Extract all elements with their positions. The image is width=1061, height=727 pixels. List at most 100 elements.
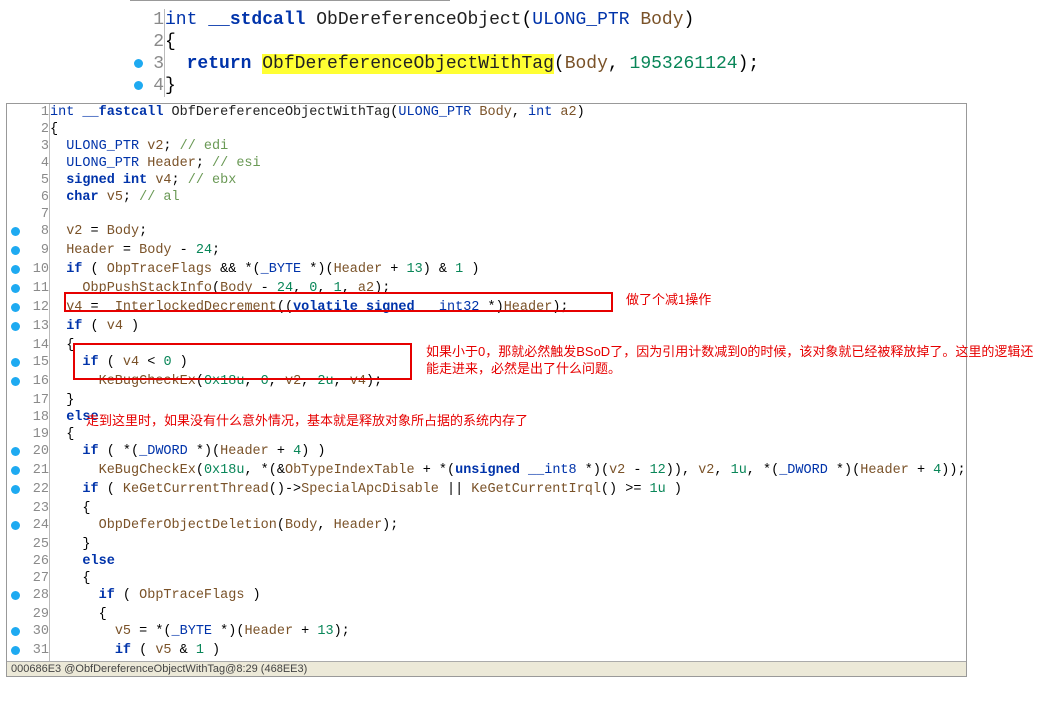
- code-line[interactable]: 15 if ( v4 < 0 ): [7, 354, 966, 373]
- code-cell[interactable]: Header = Body - 24;: [50, 242, 966, 261]
- code-line[interactable]: 19 {: [7, 426, 966, 443]
- code-line[interactable]: 31 if ( v5 & 1 ): [7, 642, 966, 661]
- code-cell[interactable]: if ( v4 ): [50, 318, 966, 337]
- code-line[interactable]: 2{: [7, 121, 966, 138]
- breakpoint-gutter[interactable]: [7, 481, 23, 500]
- code-cell[interactable]: ObpPushStackInfo(Body - 24, 0, 1, a2);: [50, 280, 966, 299]
- breakpoint-gutter[interactable]: [7, 623, 23, 642]
- breakpoint-gutter[interactable]: [7, 155, 23, 172]
- breakpoint-gutter[interactable]: [7, 261, 23, 280]
- code-cell[interactable]: [50, 206, 966, 223]
- code-cell[interactable]: if ( ObpTraceFlags ): [50, 587, 966, 606]
- code-line[interactable]: 25 }: [7, 536, 966, 553]
- code-cell[interactable]: {: [50, 570, 966, 587]
- breakpoint-gutter[interactable]: [7, 392, 23, 409]
- code-cell[interactable]: KeBugCheckEx(0x18u, 0, v2, 2u, v4);: [50, 373, 966, 392]
- breakpoint-gutter[interactable]: [130, 9, 146, 31]
- code-cell[interactable]: ULONG_PTR Header; // esi: [50, 155, 966, 172]
- breakpoint-gutter[interactable]: [7, 500, 23, 517]
- breakpoint-gutter[interactable]: [130, 31, 146, 53]
- breakpoint-gutter[interactable]: [7, 373, 23, 392]
- code-line[interactable]: 23 {: [7, 500, 966, 517]
- code-cell[interactable]: {: [50, 337, 966, 354]
- code-line[interactable]: 10 if ( ObpTraceFlags && *(_BYTE *)(Head…: [7, 261, 966, 280]
- code-cell[interactable]: v2 = Body;: [50, 223, 966, 242]
- code-cell[interactable]: {: [50, 121, 966, 138]
- code-cell[interactable]: }: [165, 75, 760, 97]
- code-line[interactable]: 9 Header = Body - 24;: [7, 242, 966, 261]
- code-line[interactable]: 11 ObpPushStackInfo(Body - 24, 0, 1, a2)…: [7, 280, 966, 299]
- code-line[interactable]: 4 ULONG_PTR Header; // esi: [7, 155, 966, 172]
- code-cell[interactable]: ObpDeferObjectDeletion(Body, Header);: [50, 517, 966, 536]
- code-line[interactable]: 26 else: [7, 553, 966, 570]
- breakpoint-gutter[interactable]: [130, 53, 146, 75]
- code-cell[interactable]: {: [50, 606, 966, 623]
- code-line[interactable]: 27 {: [7, 570, 966, 587]
- code-line[interactable]: 3 return ObfDereferenceObjectWithTag(Bod…: [130, 53, 759, 75]
- code-cell[interactable]: else: [50, 553, 966, 570]
- breakpoint-gutter[interactable]: [7, 462, 23, 481]
- code-line[interactable]: 2{: [130, 31, 759, 53]
- code-line[interactable]: 1int __fastcall ObfDereferenceObjectWith…: [7, 104, 966, 121]
- breakpoint-gutter[interactable]: [7, 121, 23, 138]
- code-cell[interactable]: int __fastcall ObfDereferenceObjectWithT…: [50, 104, 966, 121]
- code-line[interactable]: 7: [7, 206, 966, 223]
- breakpoint-gutter[interactable]: [7, 553, 23, 570]
- breakpoint-gutter[interactable]: [7, 536, 23, 553]
- breakpoint-gutter[interactable]: [7, 299, 23, 318]
- code-line[interactable]: 16 KeBugCheckEx(0x18u, 0, v2, 2u, v4);: [7, 373, 966, 392]
- code-line[interactable]: 8 v2 = Body;: [7, 223, 966, 242]
- code-cell[interactable]: return ObfDereferenceObjectWithTag(Body,…: [165, 53, 760, 75]
- code-line[interactable]: 3 ULONG_PTR v2; // edi: [7, 138, 966, 155]
- breakpoint-gutter[interactable]: [7, 242, 23, 261]
- code-line[interactable]: 22 if ( KeGetCurrentThread()->SpecialApc…: [7, 481, 966, 500]
- code-cell[interactable]: if ( v4 < 0 ): [50, 354, 966, 373]
- code-line[interactable]: 28 if ( ObpTraceFlags ): [7, 587, 966, 606]
- breakpoint-gutter[interactable]: [7, 426, 23, 443]
- code-line[interactable]: 5 signed int v4; // ebx: [7, 172, 966, 189]
- code-cell[interactable]: else: [50, 409, 966, 426]
- breakpoint-gutter[interactable]: [7, 587, 23, 606]
- code-line[interactable]: 1int __stdcall ObDereferenceObject(ULONG…: [130, 9, 759, 31]
- code-cell[interactable]: if ( KeGetCurrentThread()->SpecialApcDis…: [50, 481, 966, 500]
- code-line[interactable]: 13 if ( v4 ): [7, 318, 966, 337]
- breakpoint-gutter[interactable]: [7, 206, 23, 223]
- breakpoint-gutter[interactable]: [7, 318, 23, 337]
- code-cell[interactable]: {: [50, 500, 966, 517]
- breakpoint-gutter[interactable]: [7, 280, 23, 299]
- breakpoint-gutter[interactable]: [7, 606, 23, 623]
- code-cell[interactable]: char v5; // al: [50, 189, 966, 206]
- breakpoint-gutter[interactable]: [7, 172, 23, 189]
- code-cell[interactable]: int __stdcall ObDereferenceObject(ULONG_…: [165, 9, 760, 31]
- code-cell[interactable]: }: [50, 392, 966, 409]
- code-line[interactable]: 12 v4 = _InterlockedDecrement((volatile …: [7, 299, 966, 318]
- code-line[interactable]: 24 ObpDeferObjectDeletion(Body, Header);: [7, 517, 966, 536]
- code-line[interactable]: 14 {: [7, 337, 966, 354]
- code-cell[interactable]: KeBugCheckEx(0x18u, *(&ObTypeIndexTable …: [50, 462, 966, 481]
- code-cell[interactable]: {: [165, 31, 760, 53]
- code-line[interactable]: 6 char v5; // al: [7, 189, 966, 206]
- code-line[interactable]: 18 else: [7, 409, 966, 426]
- breakpoint-gutter[interactable]: [7, 642, 23, 661]
- code-line[interactable]: 29 {: [7, 606, 966, 623]
- code-cell[interactable]: }: [50, 536, 966, 553]
- breakpoint-gutter[interactable]: [7, 104, 23, 121]
- code-cell[interactable]: v5 = *(_BYTE *)(Header + 13);: [50, 623, 966, 642]
- code-cell[interactable]: ULONG_PTR v2; // edi: [50, 138, 966, 155]
- code-line[interactable]: 30 v5 = *(_BYTE *)(Header + 13);: [7, 623, 966, 642]
- code-line[interactable]: 17 }: [7, 392, 966, 409]
- code-line[interactable]: 4}: [130, 75, 759, 97]
- code-cell[interactable]: v4 = _InterlockedDecrement((volatile sig…: [50, 299, 966, 318]
- breakpoint-gutter[interactable]: [130, 75, 146, 97]
- breakpoint-gutter[interactable]: [7, 570, 23, 587]
- breakpoint-gutter[interactable]: [7, 409, 23, 426]
- breakpoint-gutter[interactable]: [7, 354, 23, 373]
- breakpoint-gutter[interactable]: [7, 443, 23, 462]
- code-cell[interactable]: if ( v5 & 1 ): [50, 642, 966, 661]
- breakpoint-gutter[interactable]: [7, 337, 23, 354]
- code-line[interactable]: 21 KeBugCheckEx(0x18u, *(&ObTypeIndexTab…: [7, 462, 966, 481]
- code-cell[interactable]: {: [50, 426, 966, 443]
- code-cell[interactable]: if ( ObpTraceFlags && *(_BYTE *)(Header …: [50, 261, 966, 280]
- breakpoint-gutter[interactable]: [7, 138, 23, 155]
- code-line[interactable]: 20 if ( *(_DWORD *)(Header + 4) ): [7, 443, 966, 462]
